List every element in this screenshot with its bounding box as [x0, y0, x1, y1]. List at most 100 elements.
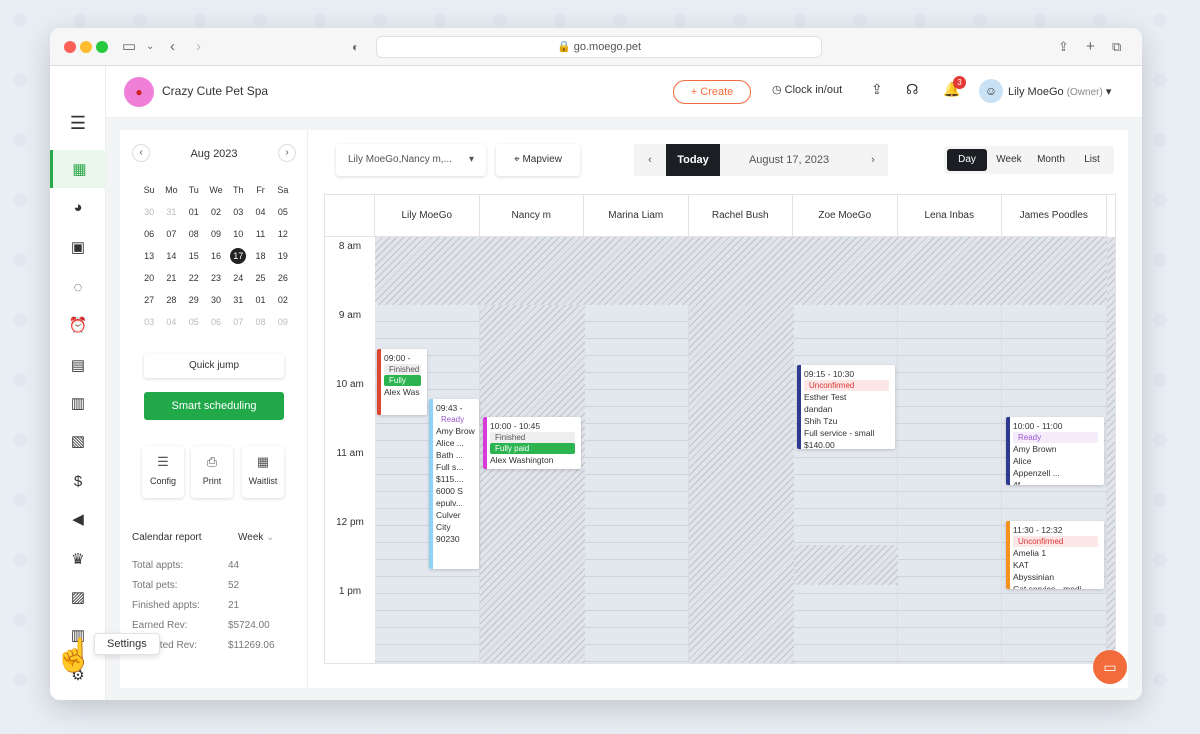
appointment-card[interactable]: 09:00 - Finished Fully Alex Was: [377, 349, 427, 415]
appointment-card[interactable]: 09:15 - 10:30 Unconfirmed Esther Test danda…: [797, 365, 895, 449]
day-cell[interactable]: 26: [272, 270, 294, 286]
day-cell[interactable]: 01: [183, 204, 205, 220]
day-cell[interactable]: 14: [160, 248, 182, 264]
share-icon[interactable]: ⇪: [1058, 37, 1069, 57]
smart-scheduling-button[interactable]: Smart scheduling: [144, 392, 284, 420]
new-tab-icon[interactable]: +: [1086, 37, 1095, 57]
url-bar[interactable]: 🔒 go.moego.pet: [376, 36, 822, 58]
day-cell[interactable]: 18: [249, 248, 271, 264]
day-cell[interactable]: 09: [272, 314, 294, 330]
staff-column-header[interactable]: Nancy m: [479, 195, 584, 237]
create-button[interactable]: + Create: [673, 80, 751, 104]
staff-column-header[interactable]: James Poodles: [1002, 195, 1107, 237]
headset-icon[interactable]: ☊: [906, 81, 918, 98]
day-cell[interactable]: 01: [249, 292, 271, 308]
day-cell[interactable]: 31: [227, 292, 249, 308]
day-cell[interactable]: 30: [205, 292, 227, 308]
day-cell[interactable]: 09: [205, 226, 227, 242]
forward-icon[interactable]: ›: [196, 37, 201, 57]
menu-icon[interactable]: ☰: [50, 104, 106, 142]
prev-day-button[interactable]: ‹: [634, 144, 666, 176]
chevron-down-icon[interactable]: ⌄: [146, 37, 154, 57]
next-month-button[interactable]: ›: [278, 144, 296, 162]
appointment-card[interactable]: 10:00 - 10:45 Finished Fully paid Alex Wash…: [483, 417, 581, 469]
day-cell[interactable]: 04: [249, 204, 271, 220]
minimize-window-button[interactable]: [80, 41, 92, 53]
print-button[interactable]: ⎙ Print: [191, 446, 233, 498]
day-cell[interactable]: 19: [272, 248, 294, 264]
zoom-window-button[interactable]: [96, 41, 108, 53]
appointment-card[interactable]: 11:30 - 12:32 Unconfirmed Amelia 1 KAT Abyss…: [1006, 521, 1104, 589]
shield-icon[interactable]: ◐: [352, 37, 359, 57]
mapview-button[interactable]: ⌖ Mapview: [496, 144, 580, 176]
day-cell[interactable]: 07: [160, 226, 182, 242]
clock-in-out-button[interactable]: ◷ Clock in/out: [772, 83, 842, 96]
chat-launcher-button[interactable]: ▭: [1093, 650, 1127, 684]
message-icon[interactable]: ◌: [50, 268, 106, 306]
day-cell[interactable]: 22: [183, 270, 205, 286]
alarm-icon[interactable]: ⏰: [50, 306, 106, 344]
staff-select[interactable]: Lily MoeGo,Nancy m,... ▾: [336, 144, 486, 176]
waitlist-button[interactable]: ▦ Waitlist: [242, 446, 284, 498]
day-cell[interactable]: 08: [249, 314, 271, 330]
day-cell[interactable]: 03: [138, 314, 160, 330]
view-month[interactable]: Month: [1030, 149, 1072, 171]
view-list[interactable]: List: [1074, 149, 1110, 171]
day-cell[interactable]: 10: [227, 226, 249, 242]
day-cell[interactable]: 02: [272, 292, 294, 308]
date-label[interactable]: August 17, 2023: [720, 144, 858, 176]
day-cell[interactable]: 20: [138, 270, 160, 286]
day-cell[interactable]: 23: [205, 270, 227, 286]
crown-icon[interactable]: ♛: [50, 540, 106, 578]
business-name[interactable]: Crazy Cute Pet Spa: [162, 84, 268, 98]
today-button[interactable]: Today: [666, 144, 720, 176]
business-logo[interactable]: ●: [124, 77, 154, 107]
config-button[interactable]: ☰ Config: [142, 446, 184, 498]
next-day-button[interactable]: ›: [858, 144, 888, 176]
staff-column-header[interactable]: Zoe MoeGo: [793, 195, 898, 237]
day-cell[interactable]: 11: [249, 226, 271, 242]
calendar-icon[interactable]: ▦: [50, 150, 106, 188]
shop-icon[interactable]: ▣: [50, 228, 106, 266]
avatar[interactable]: ☺: [979, 79, 1003, 103]
notes-icon[interactable]: ▧: [50, 422, 106, 460]
day-cell[interactable]: 24: [227, 270, 249, 286]
day-cell[interactable]: 27: [138, 292, 160, 308]
day-cell[interactable]: 06: [138, 226, 160, 242]
appointment-card[interactable]: 09:43 - Ready Amy Brow Alice ... Bath ... Ful…: [429, 399, 479, 569]
close-window-button[interactable]: [64, 41, 76, 53]
schedule-icon[interactable]: ▤: [50, 346, 106, 384]
day-cell[interactable]: 16: [205, 248, 227, 264]
day-cell[interactable]: 08: [183, 226, 205, 242]
quick-jump-button[interactable]: Quick jump: [144, 354, 284, 378]
day-cell[interactable]: 04: [160, 314, 182, 330]
day-cell[interactable]: 13: [138, 248, 160, 264]
day-cell[interactable]: 15: [183, 248, 205, 264]
day-cell[interactable]: 25: [249, 270, 271, 286]
client-icon[interactable]: ▥: [50, 384, 106, 422]
day-cell[interactable]: 30: [138, 204, 160, 220]
staff-column-header[interactable]: Rachel Bush: [688, 195, 793, 237]
day-cell[interactable]: 12: [272, 226, 294, 242]
tabs-overview-icon[interactable]: ⧉: [1112, 37, 1121, 57]
report-period-select[interactable]: Week ⌄: [238, 532, 275, 543]
day-cell[interactable]: 28: [160, 292, 182, 308]
user-menu[interactable]: Lily MoeGo (Owner) ▾: [1008, 85, 1111, 98]
day-cell[interactable]: 05: [183, 314, 205, 330]
upload-icon[interactable]: ⇪: [871, 81, 883, 98]
day-cell[interactable]: 03: [227, 204, 249, 220]
staff-column-header[interactable]: Lily MoeGo: [375, 195, 480, 237]
day-cell[interactable]: 02: [205, 204, 227, 220]
dollar-icon[interactable]: $: [50, 462, 106, 500]
staff-column-header[interactable]: Lena Inbas: [897, 195, 1002, 237]
appointment-card[interactable]: 10:00 - 11:00 Ready Amy Brown Alice Appenzel…: [1006, 417, 1104, 485]
pet-icon[interactable]: ◕: [50, 188, 106, 226]
day-cell[interactable]: 31: [160, 204, 182, 220]
day-cell[interactable]: 06: [205, 314, 227, 330]
sidebar-toggle-icon[interactable]: ▭: [122, 37, 136, 57]
day-cell[interactable]: 17: [230, 248, 247, 264]
staff-column-header[interactable]: Marina Liam: [584, 195, 689, 237]
day-cell[interactable]: 07: [227, 314, 249, 330]
view-day[interactable]: Day: [947, 149, 987, 171]
day-cell[interactable]: 05: [272, 204, 294, 220]
